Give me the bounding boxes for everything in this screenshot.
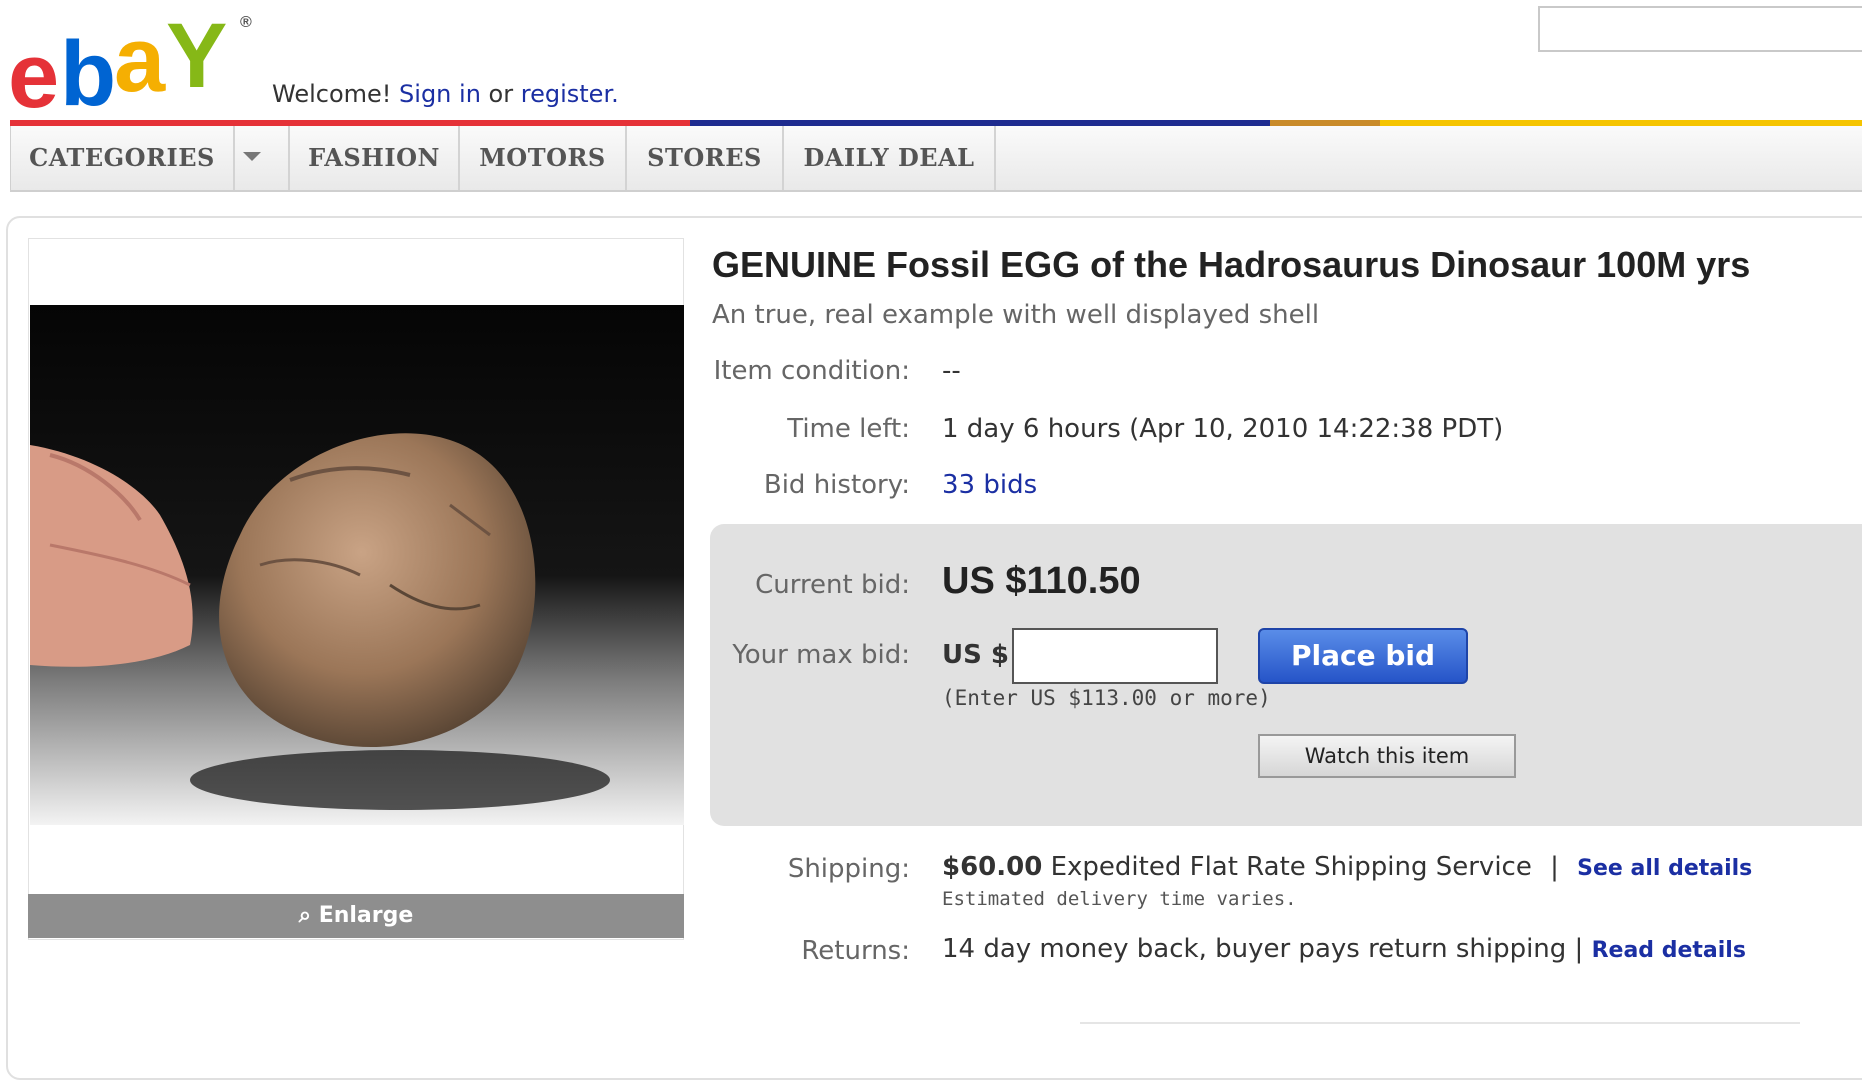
- welcome-line: Welcome! Sign in or register.: [272, 80, 619, 108]
- divider: [1080, 1022, 1800, 1024]
- condition-value: --: [942, 356, 961, 386]
- time-left-label: Time left:: [787, 414, 910, 444]
- magnifier-icon: ⌕: [298, 903, 312, 928]
- current-bid-value: US $110.50: [942, 560, 1141, 602]
- nav-categories[interactable]: CATEGORIES: [11, 126, 235, 190]
- shipping-line: $60.00 Expedited Flat Rate Shipping Serv…: [942, 852, 1752, 882]
- nav-stores[interactable]: STORES: [627, 126, 784, 190]
- returns-line: 14 day money back, buyer pays return shi…: [942, 934, 1746, 964]
- chevron-down-icon: [243, 152, 261, 161]
- shipping-service: Expedited Flat Rate Shipping Service: [1050, 852, 1532, 882]
- product-photo[interactable]: [30, 305, 684, 825]
- nav-fashion[interactable]: FASHION: [290, 126, 460, 190]
- place-bid-button[interactable]: Place bid: [1258, 628, 1468, 684]
- delivery-note: Estimated delivery time varies.: [942, 888, 1297, 910]
- search-input[interactable]: [1538, 6, 1862, 52]
- shipping-cost: $60.00: [942, 852, 1043, 882]
- current-bid-label: Current bid:: [755, 570, 910, 600]
- item-subtitle: An true, real example with well displaye…: [712, 300, 1320, 330]
- see-all-details-link[interactable]: See all details: [1577, 856, 1752, 881]
- main-nav: CATEGORIES FASHION MOTORS STORES DAILY D…: [10, 126, 1862, 192]
- condition-label: Item condition:: [713, 356, 910, 386]
- shipping-separator: |: [1550, 852, 1559, 882]
- max-bid-input[interactable]: [1012, 628, 1218, 684]
- nav-motors[interactable]: MOTORS: [460, 126, 627, 190]
- enlarge-label: Enlarge: [318, 903, 414, 928]
- register-link[interactable]: register.: [521, 80, 619, 108]
- ebay-logo[interactable]: e b a Y ®: [8, 5, 253, 127]
- read-details-link[interactable]: Read details: [1592, 938, 1746, 963]
- nav-daily-deal[interactable]: DAILY DEAL: [784, 126, 996, 190]
- registered-mark-icon: ®: [240, 14, 252, 31]
- categories-dropdown-toggle[interactable]: [233, 126, 290, 190]
- enlarge-button[interactable]: ⌕ Enlarge: [28, 894, 684, 938]
- logo-letter-a: a: [114, 9, 165, 111]
- logo-letter-y: Y: [166, 5, 227, 107]
- item-title: GENUINE Fossil EGG of the Hadrosaurus Di…: [712, 244, 1751, 285]
- watch-item-button[interactable]: Watch this item: [1258, 734, 1516, 778]
- shipping-label: Shipping:: [787, 854, 910, 884]
- bid-history-label: Bid history:: [763, 470, 910, 500]
- sign-in-link[interactable]: Sign in: [399, 80, 481, 108]
- logo-letter-e: e: [8, 25, 59, 127]
- returns-label: Returns:: [801, 936, 910, 966]
- max-bid-label: Your max bid:: [732, 640, 910, 670]
- logo-letter-b: b: [60, 23, 116, 125]
- currency-prefix: US $: [942, 640, 1009, 670]
- bid-hint: (Enter US $113.00 or more): [942, 686, 1271, 710]
- or-text: or: [488, 80, 514, 108]
- welcome-text: Welcome!: [272, 80, 392, 108]
- bid-history-link[interactable]: 33 bids: [942, 470, 1037, 500]
- time-left-value: 1 day 6 hours (Apr 10, 2010 14:22:38 PDT…: [942, 414, 1504, 444]
- returns-policy: 14 day money back, buyer pays return shi…: [942, 934, 1584, 964]
